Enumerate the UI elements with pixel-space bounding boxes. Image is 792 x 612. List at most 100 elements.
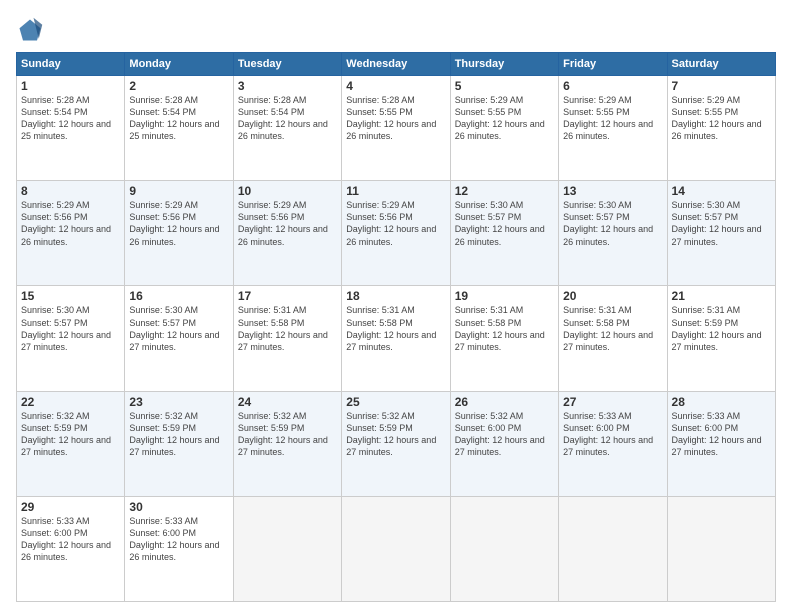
day-info: Sunrise: 5:28 AMSunset: 5:54 PMDaylight:…	[238, 94, 337, 143]
day-number: 30	[129, 500, 228, 514]
day-info: Sunrise: 5:32 AMSunset: 5:59 PMDaylight:…	[238, 410, 337, 459]
day-info: Sunrise: 5:32 AMSunset: 5:59 PMDaylight:…	[346, 410, 445, 459]
calendar-cell: 20Sunrise: 5:31 AMSunset: 5:58 PMDayligh…	[559, 286, 667, 391]
day-number: 17	[238, 289, 337, 303]
calendar-cell: 7Sunrise: 5:29 AMSunset: 5:55 PMDaylight…	[667, 76, 775, 181]
calendar-cell: 30Sunrise: 5:33 AMSunset: 6:00 PMDayligh…	[125, 496, 233, 601]
day-number: 27	[563, 395, 662, 409]
calendar-cell: 25Sunrise: 5:32 AMSunset: 5:59 PMDayligh…	[342, 391, 450, 496]
calendar-cell: 29Sunrise: 5:33 AMSunset: 6:00 PMDayligh…	[17, 496, 125, 601]
day-info: Sunrise: 5:32 AMSunset: 5:59 PMDaylight:…	[129, 410, 228, 459]
day-number: 5	[455, 79, 554, 93]
day-info: Sunrise: 5:30 AMSunset: 5:57 PMDaylight:…	[455, 199, 554, 248]
day-info: Sunrise: 5:31 AMSunset: 5:58 PMDaylight:…	[455, 304, 554, 353]
calendar-cell: 12Sunrise: 5:30 AMSunset: 5:57 PMDayligh…	[450, 181, 558, 286]
day-info: Sunrise: 5:30 AMSunset: 5:57 PMDaylight:…	[21, 304, 120, 353]
day-info: Sunrise: 5:28 AMSunset: 5:55 PMDaylight:…	[346, 94, 445, 143]
day-number: 29	[21, 500, 120, 514]
calendar-week-4: 22Sunrise: 5:32 AMSunset: 5:59 PMDayligh…	[17, 391, 776, 496]
day-number: 20	[563, 289, 662, 303]
calendar-cell	[342, 496, 450, 601]
day-number: 14	[672, 184, 771, 198]
calendar-cell: 5Sunrise: 5:29 AMSunset: 5:55 PMDaylight…	[450, 76, 558, 181]
day-number: 28	[672, 395, 771, 409]
day-info: Sunrise: 5:29 AMSunset: 5:55 PMDaylight:…	[563, 94, 662, 143]
calendar-cell: 3Sunrise: 5:28 AMSunset: 5:54 PMDaylight…	[233, 76, 341, 181]
day-info: Sunrise: 5:29 AMSunset: 5:56 PMDaylight:…	[346, 199, 445, 248]
day-info: Sunrise: 5:31 AMSunset: 5:58 PMDaylight:…	[346, 304, 445, 353]
day-info: Sunrise: 5:33 AMSunset: 6:00 PMDaylight:…	[129, 515, 228, 564]
calendar-cell	[667, 496, 775, 601]
day-number: 24	[238, 395, 337, 409]
day-info: Sunrise: 5:32 AMSunset: 6:00 PMDaylight:…	[455, 410, 554, 459]
calendar-cell: 6Sunrise: 5:29 AMSunset: 5:55 PMDaylight…	[559, 76, 667, 181]
day-info: Sunrise: 5:29 AMSunset: 5:56 PMDaylight:…	[238, 199, 337, 248]
calendar-table: SundayMondayTuesdayWednesdayThursdayFrid…	[16, 52, 776, 602]
col-header-thursday: Thursday	[450, 53, 558, 76]
day-number: 11	[346, 184, 445, 198]
calendar-cell: 19Sunrise: 5:31 AMSunset: 5:58 PMDayligh…	[450, 286, 558, 391]
day-number: 2	[129, 79, 228, 93]
calendar-cell: 16Sunrise: 5:30 AMSunset: 5:57 PMDayligh…	[125, 286, 233, 391]
day-number: 19	[455, 289, 554, 303]
logo	[16, 16, 48, 44]
day-number: 3	[238, 79, 337, 93]
calendar-week-5: 29Sunrise: 5:33 AMSunset: 6:00 PMDayligh…	[17, 496, 776, 601]
day-info: Sunrise: 5:29 AMSunset: 5:56 PMDaylight:…	[129, 199, 228, 248]
calendar-cell: 24Sunrise: 5:32 AMSunset: 5:59 PMDayligh…	[233, 391, 341, 496]
calendar-cell: 28Sunrise: 5:33 AMSunset: 6:00 PMDayligh…	[667, 391, 775, 496]
day-number: 7	[672, 79, 771, 93]
calendar-cell: 1Sunrise: 5:28 AMSunset: 5:54 PMDaylight…	[17, 76, 125, 181]
calendar-week-3: 15Sunrise: 5:30 AMSunset: 5:57 PMDayligh…	[17, 286, 776, 391]
day-number: 15	[21, 289, 120, 303]
day-info: Sunrise: 5:31 AMSunset: 5:59 PMDaylight:…	[672, 304, 771, 353]
calendar-cell: 9Sunrise: 5:29 AMSunset: 5:56 PMDaylight…	[125, 181, 233, 286]
calendar-cell: 17Sunrise: 5:31 AMSunset: 5:58 PMDayligh…	[233, 286, 341, 391]
day-number: 26	[455, 395, 554, 409]
day-info: Sunrise: 5:28 AMSunset: 5:54 PMDaylight:…	[21, 94, 120, 143]
calendar-cell: 21Sunrise: 5:31 AMSunset: 5:59 PMDayligh…	[667, 286, 775, 391]
day-number: 9	[129, 184, 228, 198]
calendar-cell: 15Sunrise: 5:30 AMSunset: 5:57 PMDayligh…	[17, 286, 125, 391]
calendar-cell: 18Sunrise: 5:31 AMSunset: 5:58 PMDayligh…	[342, 286, 450, 391]
calendar-header-row: SundayMondayTuesdayWednesdayThursdayFrid…	[17, 53, 776, 76]
calendar-cell	[450, 496, 558, 601]
day-number: 1	[21, 79, 120, 93]
day-info: Sunrise: 5:31 AMSunset: 5:58 PMDaylight:…	[238, 304, 337, 353]
col-header-wednesday: Wednesday	[342, 53, 450, 76]
calendar-cell: 27Sunrise: 5:33 AMSunset: 6:00 PMDayligh…	[559, 391, 667, 496]
calendar-cell: 14Sunrise: 5:30 AMSunset: 5:57 PMDayligh…	[667, 181, 775, 286]
day-info: Sunrise: 5:33 AMSunset: 6:00 PMDaylight:…	[672, 410, 771, 459]
calendar-cell: 26Sunrise: 5:32 AMSunset: 6:00 PMDayligh…	[450, 391, 558, 496]
calendar-week-1: 1Sunrise: 5:28 AMSunset: 5:54 PMDaylight…	[17, 76, 776, 181]
calendar-cell: 22Sunrise: 5:32 AMSunset: 5:59 PMDayligh…	[17, 391, 125, 496]
day-number: 4	[346, 79, 445, 93]
day-number: 22	[21, 395, 120, 409]
calendar-cell: 13Sunrise: 5:30 AMSunset: 5:57 PMDayligh…	[559, 181, 667, 286]
day-number: 25	[346, 395, 445, 409]
day-number: 23	[129, 395, 228, 409]
calendar-cell: 8Sunrise: 5:29 AMSunset: 5:56 PMDaylight…	[17, 181, 125, 286]
day-info: Sunrise: 5:30 AMSunset: 5:57 PMDaylight:…	[672, 199, 771, 248]
page: SundayMondayTuesdayWednesdayThursdayFrid…	[0, 0, 792, 612]
calendar-cell	[559, 496, 667, 601]
calendar-week-2: 8Sunrise: 5:29 AMSunset: 5:56 PMDaylight…	[17, 181, 776, 286]
day-info: Sunrise: 5:28 AMSunset: 5:54 PMDaylight:…	[129, 94, 228, 143]
day-number: 18	[346, 289, 445, 303]
calendar-cell: 11Sunrise: 5:29 AMSunset: 5:56 PMDayligh…	[342, 181, 450, 286]
day-number: 21	[672, 289, 771, 303]
day-info: Sunrise: 5:30 AMSunset: 5:57 PMDaylight:…	[563, 199, 662, 248]
day-info: Sunrise: 5:31 AMSunset: 5:58 PMDaylight:…	[563, 304, 662, 353]
day-info: Sunrise: 5:33 AMSunset: 6:00 PMDaylight:…	[21, 515, 120, 564]
col-header-sunday: Sunday	[17, 53, 125, 76]
col-header-tuesday: Tuesday	[233, 53, 341, 76]
calendar-cell: 2Sunrise: 5:28 AMSunset: 5:54 PMDaylight…	[125, 76, 233, 181]
day-info: Sunrise: 5:30 AMSunset: 5:57 PMDaylight:…	[129, 304, 228, 353]
day-info: Sunrise: 5:32 AMSunset: 5:59 PMDaylight:…	[21, 410, 120, 459]
calendar-cell	[233, 496, 341, 601]
col-header-friday: Friday	[559, 53, 667, 76]
logo-icon	[16, 16, 44, 44]
day-info: Sunrise: 5:33 AMSunset: 6:00 PMDaylight:…	[563, 410, 662, 459]
day-info: Sunrise: 5:29 AMSunset: 5:55 PMDaylight:…	[455, 94, 554, 143]
day-number: 16	[129, 289, 228, 303]
